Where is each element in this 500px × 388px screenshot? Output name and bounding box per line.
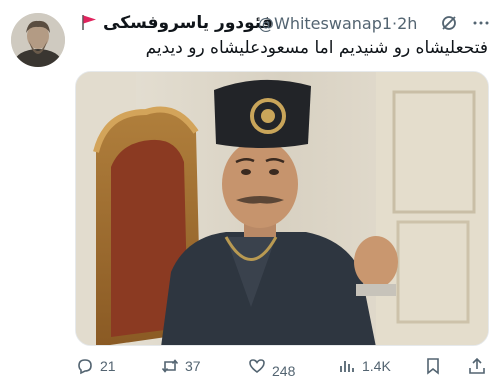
retweet-icon (161, 359, 179, 373)
retweet-button[interactable]: 37 (160, 354, 201, 378)
like-button[interactable]: 248 (247, 354, 296, 379)
retweet-count: 37 (185, 358, 201, 374)
tweet-actions: 21 37 248 1.4K (75, 352, 489, 380)
more-icon[interactable] (472, 14, 490, 32)
reply-icon (78, 359, 92, 375)
like-count: 248 (272, 363, 296, 379)
tweet-timestamp[interactable]: 2h (397, 14, 417, 33)
avatar[interactable] (11, 13, 65, 67)
bookmark-icon (427, 358, 439, 375)
heart-icon (249, 359, 265, 373)
tweet-image[interactable] (75, 71, 489, 346)
share-button[interactable] (467, 354, 492, 378)
reply-button[interactable]: 21 (75, 354, 116, 378)
user-handle[interactable]: @Whiteswanap1 (258, 14, 392, 33)
bookmark-button[interactable] (423, 354, 448, 378)
red-flag-icon (82, 15, 96, 30)
reply-count: 21 (100, 358, 116, 374)
views-button[interactable]: 1.4K (337, 354, 391, 378)
tweet-text: فتحعلیشاه رو شنیدیم اما مسعودعلیشاه رو د… (145, 38, 488, 58)
views-icon (340, 361, 354, 372)
views-count: 1.4K (362, 358, 391, 374)
grok-icon[interactable] (440, 14, 458, 32)
tweet-header: فئودور یاسروفسکی @Whiteswanap1·2h (80, 11, 490, 35)
handle-line: @Whiteswanap1·2h (258, 14, 417, 33)
share-icon (469, 357, 485, 374)
display-name[interactable]: فئودور یاسروفسکی (103, 13, 273, 33)
